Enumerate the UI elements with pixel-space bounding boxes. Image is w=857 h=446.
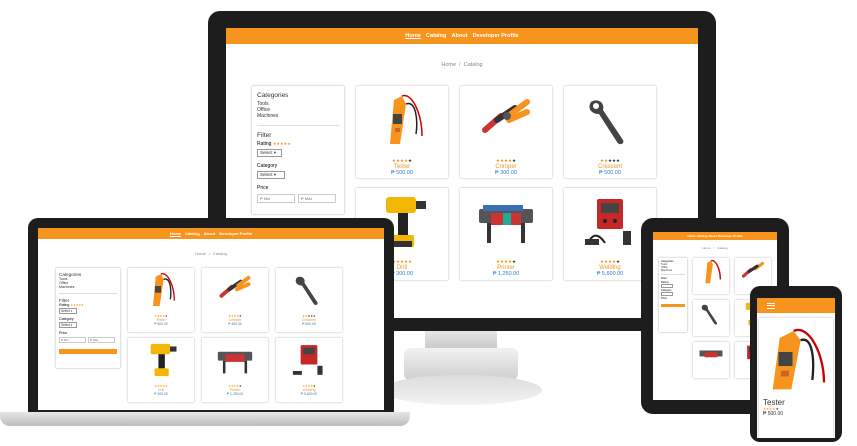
filter-title: Filter — [257, 132, 272, 139]
rating-stars: ★★★★★ — [272, 141, 291, 146]
product-price: ₱ 500.00 — [598, 170, 622, 176]
main-navbar: Home Catalog About Developer Profile — [653, 232, 777, 240]
price-max-input[interactable]: ₱ Max — [298, 194, 336, 203]
hamburger-menu-icon[interactable] — [767, 301, 775, 310]
rating-row: Rating ★★★★★ — [257, 141, 339, 147]
rating-label: Rating — [257, 141, 272, 147]
breadcrumb-current: Catalog — [463, 62, 483, 68]
printer-icon — [479, 205, 533, 243]
product-name: Tester — [763, 398, 785, 407]
price-min-input[interactable]: ₱ Min — [257, 194, 295, 203]
product-card[interactable]: ★★★★★ Crimper ₱ 300.00 — [460, 86, 552, 178]
product-card[interactable] — [693, 258, 729, 294]
product-card[interactable] — [693, 342, 729, 378]
product-card[interactable] — [693, 300, 729, 336]
nav-home[interactable]: Home — [170, 231, 181, 236]
category-label: Category — [257, 163, 278, 169]
crimper-icon — [741, 261, 765, 278]
laptop-base — [0, 412, 410, 426]
welding-machine-icon — [292, 345, 323, 375]
voltage-tester-icon — [772, 328, 826, 390]
main-navbar: Home Catalog About Developer Profile — [38, 228, 384, 239]
breadcrumb-home[interactable]: Home — [441, 62, 456, 68]
product-price: ₱ 500.00 — [390, 170, 414, 176]
price-range: ₱ Min ₱ Max — [257, 194, 339, 203]
voltage-tester-icon — [705, 259, 722, 284]
nav-about[interactable]: About — [204, 231, 216, 236]
product-price: ₱ 1,250.00 — [492, 271, 520, 277]
breadcrumb: Home / Catalog — [195, 251, 227, 256]
nav-home[interactable]: Home — [405, 33, 421, 39]
product-price: ₱ 500.00 — [763, 411, 784, 417]
nav-developer-profile[interactable]: Developer Profile — [219, 231, 252, 236]
apply-filter-button[interactable] — [661, 304, 685, 308]
category-select[interactable]: Select ▾ — [59, 322, 77, 328]
product-price: ₱ 300.00 — [494, 170, 518, 176]
main-navbar: Home Catalog About Developer Profile — [226, 28, 698, 44]
category-machines[interactable]: Machines — [257, 113, 339, 119]
nav-about[interactable]: About — [451, 33, 467, 39]
crimper-icon — [219, 275, 251, 298]
main-navbar — [757, 298, 835, 313]
nav-links[interactable]: Home Catalog About Developer Profile — [687, 234, 742, 238]
nav-catalog[interactable]: Catalog — [185, 231, 200, 236]
wrench-icon — [295, 276, 318, 305]
categories-title: Categories — [257, 92, 289, 99]
monitor-stand-neck — [425, 330, 497, 348]
price-min-input[interactable]: ₱ Min — [59, 337, 86, 343]
nav-developer-profile[interactable]: Developer Profile — [473, 33, 519, 39]
divider — [257, 125, 339, 126]
welding-machine-icon — [585, 199, 631, 245]
product-card[interactable]: ★★★★★ Printer ₱ 1,250.00 — [460, 188, 552, 280]
price-label: Price — [257, 185, 269, 191]
printer-icon — [699, 350, 723, 358]
wrench-icon — [589, 100, 624, 145]
product-card[interactable]: ★★★★★ Drill ₱ 300.00 — [128, 338, 194, 402]
rating-select[interactable]: Select ▾ — [59, 308, 77, 314]
responsive-mockup: Home Catalog About Developer Profile Hom… — [0, 0, 857, 446]
printer-icon — [217, 351, 253, 374]
product-card[interactable]: ★★★★★ Tester ₱ 500.00 — [356, 86, 448, 178]
product-card[interactable]: ★★★★★ Crescent ₱ 500.00 — [564, 86, 656, 178]
apply-filter-button[interactable] — [59, 349, 117, 354]
product-card[interactable]: ★★★★★ Welding ₱ 5,600.00 — [276, 338, 342, 402]
product-card[interactable]: ★★★★★ Crimper ₱ 300.00 — [202, 268, 268, 332]
category-select[interactable]: Select ▾ — [257, 171, 285, 179]
rating-select[interactable]: Select ▾ — [257, 149, 282, 157]
filter-sidebar: Categories Tools Office Machines Filter … — [252, 86, 344, 214]
crimper-icon — [482, 99, 530, 133]
laptop-screen: Home Catalog About Developer Profile Hom… — [38, 228, 384, 410]
product-card[interactable]: ★★★★★ Printer ₱ 1,250.00 — [202, 338, 268, 402]
breadcrumb: Home / Catalog — [441, 62, 483, 68]
product-card[interactable]: ★★★★★ Crescent ₱ 500.00 — [276, 268, 342, 332]
phone-screen: Tester ★★★★★ ₱ 500.00 — [757, 298, 835, 438]
drill-icon — [150, 343, 177, 377]
filter-sidebar: Categories Tools Office Machines Filter … — [659, 258, 687, 332]
monitor-stand-base — [382, 375, 542, 405]
nav-catalog[interactable]: Catalog — [426, 33, 447, 39]
product-card[interactable]: Tester ★★★★★ ₱ 500.00 — [759, 318, 833, 438]
wrench-icon — [701, 304, 718, 325]
voltage-tester-icon — [153, 273, 175, 306]
product-card[interactable]: ★★★★★ Tester ₱ 500.00 — [128, 268, 194, 332]
price-max-input[interactable]: ₱ Max — [88, 337, 115, 343]
filter-sidebar: Categories Tools Office Machines Filter … — [56, 268, 120, 368]
voltage-tester-icon — [390, 94, 423, 144]
